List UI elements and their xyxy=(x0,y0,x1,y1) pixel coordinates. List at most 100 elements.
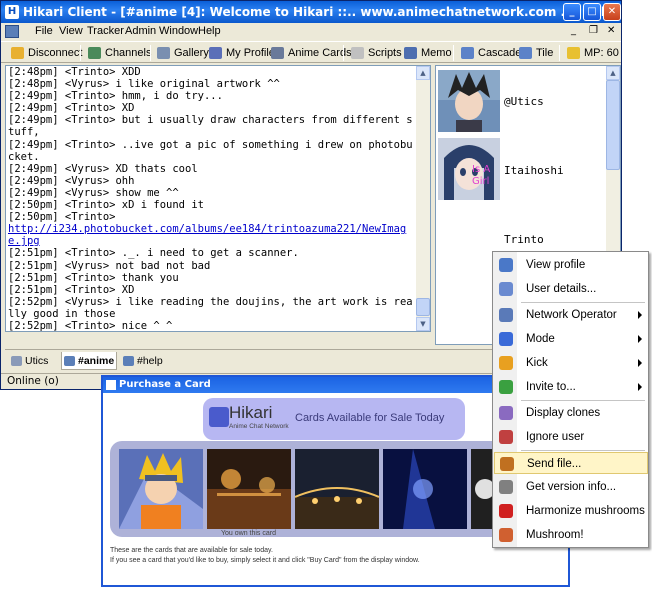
menu-view[interactable]: View xyxy=(59,25,83,37)
menu-window[interactable]: Window xyxy=(159,25,198,37)
channels-button[interactable]: Channels xyxy=(88,44,151,62)
menu-item-label: Send file... xyxy=(527,458,582,470)
menu-item-mode[interactable]: Mode xyxy=(494,328,648,350)
tab-utics[interactable]: Utics xyxy=(9,352,55,370)
chat-line: [2:51pm] <Trinto> thank you xyxy=(8,272,416,284)
chat-timestamp: [2:50pm] xyxy=(8,199,59,212)
tab-help[interactable]: #help xyxy=(121,352,171,370)
menu-item-harmonize-mushrooms[interactable]: Harmonize mushrooms xyxy=(494,500,648,522)
chat-timestamp: [2:48pm] xyxy=(8,66,59,78)
menu-item-get-version-info[interactable]: Get version info... xyxy=(494,476,648,498)
chat-line: [2:48pm] <Vyrus> i like original artwork… xyxy=(8,78,416,90)
menu-item-user-details[interactable]: User details... xyxy=(494,278,648,300)
gallery-button[interactable]: Gallery xyxy=(157,44,209,62)
mdi-minimize-icon[interactable]: _ xyxy=(571,25,576,36)
chat-area[interactable]: [2:48pm] <Trinto> XDD [2:48pm] <Vyrus> i … xyxy=(5,65,431,332)
user-tab-icon xyxy=(11,356,22,366)
hikari-logo: Hikari xyxy=(229,403,273,422)
menu-item-mushroom[interactable]: Mushroom! xyxy=(494,524,648,546)
menu-item-ignore-user[interactable]: Ignore user xyxy=(494,426,648,448)
menu-item-label: Harmonize mushrooms xyxy=(526,505,645,517)
my-profile-button[interactable]: My Profile xyxy=(209,44,275,62)
chat-line: [2:49pm] <Trinto> hmm, i do try... xyxy=(8,90,416,102)
scroll-down-icon[interactable]: ▼ xyxy=(416,317,430,331)
cascade-button[interactable]: Cascade xyxy=(461,44,521,62)
tile-button[interactable]: Tile xyxy=(519,44,553,62)
mushroom-icon xyxy=(499,528,513,542)
menu-item-view-profile[interactable]: View profile xyxy=(494,254,648,276)
card-city-night[interactable] xyxy=(207,449,291,529)
scripts-icon xyxy=(351,47,364,59)
close-button[interactable]: ✕ xyxy=(603,3,621,21)
chat-text: <Vyrus> XD thats cool xyxy=(58,162,198,175)
mp-button[interactable]: MP: 60 xyxy=(567,44,619,62)
chat-timestamp: [2:49pm] xyxy=(8,90,59,103)
chat-line: http://i234.photobucket.com/albums/ee184… xyxy=(8,223,416,247)
cascade-label: Cascade xyxy=(478,47,522,59)
disconnect-button[interactable]: Disconnect xyxy=(11,44,82,62)
tab-label: Utics xyxy=(25,355,49,367)
chat-line: [2:49pm] <Vyrus> XD thats cool xyxy=(8,163,416,175)
scroll-thumb[interactable] xyxy=(606,80,620,170)
menu-help[interactable]: Help xyxy=(198,25,221,37)
my-profile-label: My Profile xyxy=(226,47,275,59)
mdi-restore-icon[interactable]: ❐ xyxy=(589,25,598,36)
menu-item-network-operator[interactable]: Network Operator xyxy=(494,304,648,326)
menu-item-label: Ignore user xyxy=(526,431,585,443)
tab-anime[interactable]: #anime xyxy=(61,352,117,370)
user-avatar[interactable] xyxy=(438,70,500,132)
channel-tab-icon xyxy=(123,356,134,366)
clones-icon xyxy=(499,406,513,420)
chat-link[interactable]: http://i234.photobucket.com/albums/ee184… xyxy=(8,223,406,247)
title-bar[interactable]: H Hikari Client - [#anime [4]: Welcome t… xyxy=(1,1,621,23)
submenu-arrow-icon xyxy=(638,335,642,343)
app-icon[interactable]: H xyxy=(5,5,19,19)
chat-text: <Trinto> XD xyxy=(58,283,135,296)
chat-line: [2:49pm] <Trinto> XD xyxy=(8,102,416,114)
chat-text: <Vyrus> ohh xyxy=(58,174,135,187)
chat-line: [2:49pm] <Vyrus> show me ^^ xyxy=(8,187,416,199)
chat-timestamp: [2:51pm] xyxy=(8,271,59,284)
menu-item-invite-to[interactable]: Invite to... xyxy=(494,376,648,398)
tile-label: Tile xyxy=(536,47,554,59)
chat-timestamp: [2:51pm] xyxy=(8,259,59,272)
card-blue-light[interactable] xyxy=(383,449,467,529)
menu-admin[interactable]: Admin xyxy=(125,25,156,37)
mdi-doc-icon[interactable] xyxy=(5,25,19,38)
user-name[interactable]: Trinto xyxy=(504,233,544,246)
chat-text: <Trinto> nice ^_^ xyxy=(58,319,173,332)
network-operator-icon xyxy=(499,308,513,322)
maximize-button[interactable]: □ xyxy=(583,3,601,21)
user-name[interactable]: @Utics xyxy=(504,95,544,108)
card-naruto[interactable] xyxy=(119,449,203,529)
menu-file[interactable]: File xyxy=(35,25,53,37)
user-avatar[interactable]: Is A Girl xyxy=(438,138,500,200)
chat-timestamp: [2:48pm] xyxy=(8,78,59,91)
chat-lines: [2:48pm] <Trinto> XDD [2:48pm] <Vyrus> i … xyxy=(8,66,416,332)
scroll-up-icon[interactable]: ▲ xyxy=(606,66,620,80)
scripts-button[interactable]: Scripts xyxy=(351,44,402,62)
scroll-up-icon[interactable]: ▲ xyxy=(416,66,430,80)
menu-item-label: Display clones xyxy=(526,407,601,419)
menu-tracker[interactable]: Tracker xyxy=(87,25,124,37)
menu-item-send-file[interactable]: Send file... xyxy=(494,452,648,474)
memo-button[interactable]: Memo xyxy=(404,44,452,62)
window-icon xyxy=(106,380,116,390)
chat-timestamp: [2:52pm] xyxy=(8,319,59,332)
anime-cards-button[interactable]: Anime Cards xyxy=(271,44,352,62)
profile-icon xyxy=(209,47,222,59)
ignore-icon xyxy=(499,430,513,444)
menu-item-label: Mushroom! xyxy=(526,529,584,541)
chat-scrollbar[interactable]: ▲ ▼ xyxy=(416,66,430,331)
user-name[interactable]: Itaihoshi xyxy=(504,164,564,177)
menu-item-label: Mode xyxy=(526,333,555,345)
menu-item-kick[interactable]: Kick xyxy=(494,352,648,374)
menu-item-display-clones[interactable]: Display clones xyxy=(494,402,648,424)
chat-timestamp: [2:49pm] xyxy=(8,138,59,151)
scroll-thumb[interactable] xyxy=(416,298,430,316)
mdi-close-icon[interactable]: ✕ xyxy=(607,25,615,36)
heart-icon xyxy=(499,504,513,518)
hikari-banner: Hikari Anime Chat Network Cards Availabl… xyxy=(203,398,465,440)
card-bridge[interactable] xyxy=(295,449,379,529)
minimize-button[interactable]: _ xyxy=(563,3,581,21)
